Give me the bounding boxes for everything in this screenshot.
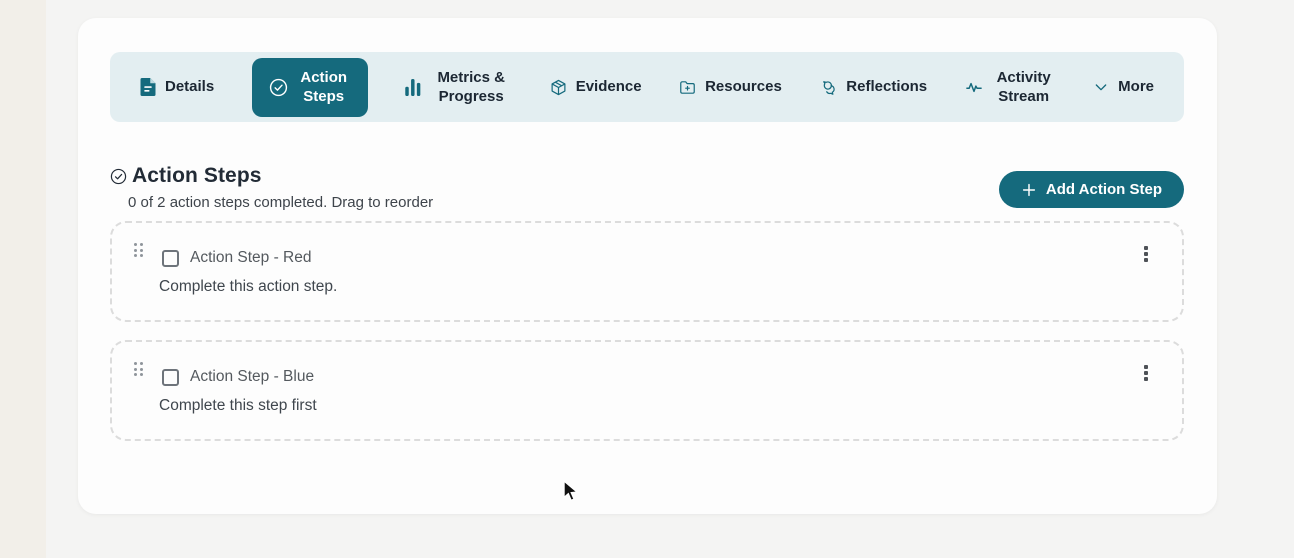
bar-chart-icon [405,79,421,96]
drag-handle-icon[interactable] [134,243,146,260]
action-step-card: Action Step - Red Complete this action s… [110,221,1184,322]
tab-more[interactable]: More [1093,77,1154,97]
plus-icon [1021,182,1037,198]
tab-activity-stream[interactable]: Activity Stream [965,68,1056,107]
add-action-step-button[interactable]: Add Action Step [999,171,1184,208]
tab-resources[interactable]: Resources [679,77,782,97]
folder-plus-icon [679,79,696,96]
tab-label: Resources [705,77,782,97]
step-title: Action Step - Red [190,249,311,267]
check-circle-icon [269,78,288,97]
tab-details[interactable]: Details [140,77,214,97]
check-circle-icon [110,168,127,185]
step-checkbox[interactable] [162,250,179,267]
tab-evidence[interactable]: Evidence [550,77,642,97]
action-step-card: Action Step - Blue Complete this step fi… [110,340,1184,441]
page-title: Action Steps [132,164,262,188]
tab-label: Details [165,77,214,97]
step-title: Action Step - Blue [190,368,314,386]
chat-bubbles-icon [819,79,837,96]
tab-reflections[interactable]: Reflections [819,77,927,97]
left-background-strip [0,0,46,558]
chevron-down-icon [1093,79,1109,95]
add-button-label: Add Action Step [1046,181,1162,198]
section-header: Action Steps 0 of 2 action steps complet… [110,164,1184,211]
tab-bar: Details Action Steps Metrics & Progress … [110,52,1184,122]
content-panel: Details Action Steps Metrics & Progress … [78,18,1217,514]
tab-label: Activity Stream [992,68,1056,107]
tab-label: Reflections [846,77,927,97]
drag-handle-icon[interactable] [134,362,146,379]
step-checkbox[interactable] [162,369,179,386]
tab-label: Metrics & Progress [430,68,512,107]
kebab-menu-icon[interactable] [1138,363,1154,381]
document-icon [140,78,156,96]
package-icon [550,79,567,96]
progress-subtitle: 0 of 2 action steps completed. Drag to r… [128,194,433,211]
tab-action-steps[interactable]: Action Steps [252,58,368,117]
heading-block: Action Steps 0 of 2 action steps complet… [110,164,433,211]
tab-label: Evidence [576,77,642,97]
tab-metrics-progress[interactable]: Metrics & Progress [405,68,512,107]
pulse-icon [965,79,983,96]
tab-label: Action Steps [297,68,351,107]
step-description: Complete this step first [159,397,317,415]
step-description: Complete this action step. [159,278,337,296]
tab-label: More [1118,77,1154,97]
kebab-menu-icon[interactable] [1138,244,1154,262]
